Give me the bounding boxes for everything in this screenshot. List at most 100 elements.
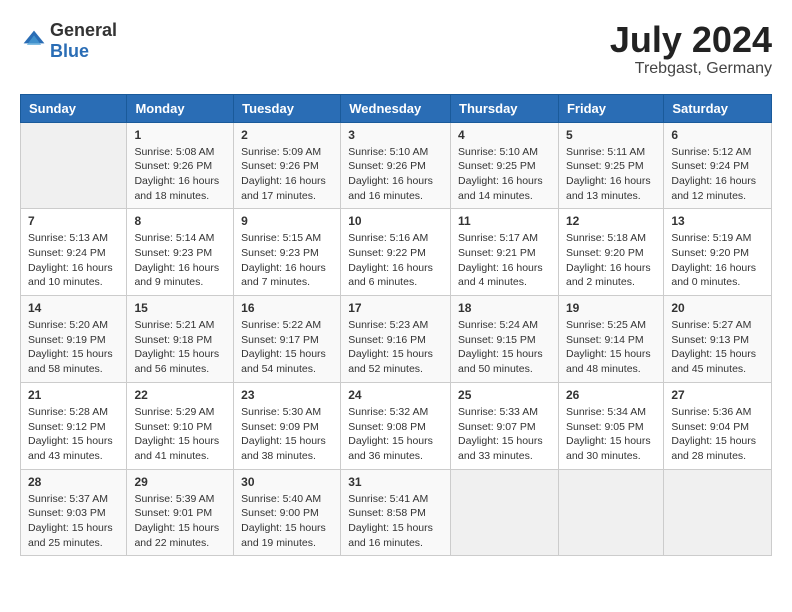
calendar-header-row: SundayMondayTuesdayWednesdayThursdayFrid… [21,94,772,122]
day-number: 3 [348,128,443,142]
week-row-3: 14Sunrise: 5:20 AMSunset: 9:19 PMDayligh… [21,296,772,383]
calendar-cell: 15Sunrise: 5:21 AMSunset: 9:18 PMDayligh… [127,296,234,383]
calendar-cell [21,122,127,209]
calendar-cell: 30Sunrise: 5:40 AMSunset: 9:00 PMDayligh… [234,469,341,556]
title-block: July 2024 Trebgast, Germany [610,20,772,78]
day-info: Sunrise: 5:23 AMSunset: 9:16 PMDaylight:… [348,318,443,377]
logo: General Blue [20,20,117,62]
calendar-cell: 25 Sunrise: 5:33 AMSunset: 9:07 PMDayligh… [451,382,559,469]
day-info: Sunrise: 5:29 AMSunset: 9:10 PMDaylight:… [134,405,226,464]
day-info: Sunrise: 5:15 AMSunset: 9:23 PMDaylight:… [241,231,333,290]
calendar-cell: 1 Sunrise: 5:08 AMSunset: 9:26 PMDaylight… [127,122,234,209]
calendar-cell [558,469,663,556]
day-info: Sunrise: 5:17 AMSunset: 9:21 PMDaylight:… [458,231,551,290]
day-number: 22 [134,388,226,402]
calendar-cell: 3 Sunrise: 5:10 AMSunset: 9:26 PMDaylight… [341,122,451,209]
calendar-cell: 9 Sunrise: 5:15 AMSunset: 9:23 PMDaylight… [234,209,341,296]
day-number: 21 [28,388,119,402]
calendar-cell: 29 Sunrise: 5:39 AMSunset: 9:01 PMDayligh… [127,469,234,556]
day-number: 10 [348,214,443,228]
day-info: Sunrise: 5:25 AMSunset: 9:14 PMDaylight:… [566,318,656,377]
header-saturday: Saturday [664,94,772,122]
day-info: Sunrise: 5:16 AMSunset: 9:22 PMDaylight:… [348,231,443,290]
calendar-cell: 13Sunrise: 5:19 AMSunset: 9:20 PMDayligh… [664,209,772,296]
day-number: 19 [566,301,656,315]
day-number: 17 [348,301,443,315]
calendar-cell [451,469,559,556]
calendar-cell: 14Sunrise: 5:20 AMSunset: 9:19 PMDayligh… [21,296,127,383]
day-number: 13 [671,214,764,228]
calendar-cell: 10 Sunrise: 5:16 AMSunset: 9:22 PMDayligh… [341,209,451,296]
logo-general-text: General [50,20,117,40]
header-sunday: Sunday [21,94,127,122]
day-number: 25 [458,388,551,402]
day-info: Sunrise: 5:22 AMSunset: 9:17 PMDaylight:… [241,318,333,377]
calendar-cell: 8Sunrise: 5:14 AMSunset: 9:23 PMDaylight… [127,209,234,296]
day-number: 26 [566,388,656,402]
day-number: 29 [134,475,226,489]
calendar-cell: 4 Sunrise: 5:10 AMSunset: 9:25 PMDaylight… [451,122,559,209]
day-number: 5 [566,128,656,142]
day-number: 18 [458,301,551,315]
day-info: Sunrise: 5:24 AMSunset: 9:15 PMDaylight:… [458,318,551,377]
page-header: General Blue July 2024 Trebgast, Germany [20,20,772,78]
day-info: Sunrise: 5:34 AMSunset: 9:05 PMDaylight:… [566,405,656,464]
day-number: 14 [28,301,119,315]
week-row-1: 1 Sunrise: 5:08 AMSunset: 9:26 PMDaylight… [21,122,772,209]
day-info: Sunrise: 5:28 AMSunset: 9:12 PMDaylight:… [28,405,119,464]
day-info: Sunrise: 5:08 AMSunset: 9:26 PMDaylight:… [134,145,226,204]
day-number: 11 [458,214,551,228]
header-tuesday: Tuesday [234,94,341,122]
calendar-cell: 6 Sunrise: 5:12 AMSunset: 9:24 PMDaylight… [664,122,772,209]
calendar-cell: 23 Sunrise: 5:30 AMSunset: 9:09 PMDayligh… [234,382,341,469]
calendar-cell: 2Sunrise: 5:09 AMSunset: 9:26 PMDaylight… [234,122,341,209]
day-number: 1 [134,128,226,142]
day-number: 20 [671,301,764,315]
day-number: 31 [348,475,443,489]
day-number: 7 [28,214,119,228]
header-monday: Monday [127,94,234,122]
day-info: Sunrise: 5:12 AMSunset: 9:24 PMDaylight:… [671,145,764,204]
header-wednesday: Wednesday [341,94,451,122]
day-number: 9 [241,214,333,228]
day-info: Sunrise: 5:33 AMSunset: 9:07 PMDaylight:… [458,405,551,464]
week-row-4: 21 Sunrise: 5:28 AMSunset: 9:12 PMDayligh… [21,382,772,469]
day-info: Sunrise: 5:18 AMSunset: 9:20 PMDaylight:… [566,231,656,290]
calendar-table: SundayMondayTuesdayWednesdayThursdayFrid… [20,94,772,557]
day-number: 15 [134,301,226,315]
day-number: 27 [671,388,764,402]
calendar-cell: 19 Sunrise: 5:25 AMSunset: 9:14 PMDayligh… [558,296,663,383]
day-info: Sunrise: 5:10 AMSunset: 9:26 PMDaylight:… [348,145,443,204]
day-info: Sunrise: 5:30 AMSunset: 9:09 PMDaylight:… [241,405,333,464]
header-friday: Friday [558,94,663,122]
logo-blue-text: Blue [50,41,89,61]
day-info: Sunrise: 5:36 AMSunset: 9:04 PMDaylight:… [671,405,764,464]
day-info: Sunrise: 5:10 AMSunset: 9:25 PMDaylight:… [458,145,551,204]
day-number: 4 [458,128,551,142]
day-info: Sunrise: 5:14 AMSunset: 9:23 PMDaylight:… [134,231,226,290]
day-number: 23 [241,388,333,402]
calendar-cell: 27 Sunrise: 5:36 AMSunset: 9:04 PMDayligh… [664,382,772,469]
calendar-cell: 7 Sunrise: 5:13 AMSunset: 9:24 PMDaylight… [21,209,127,296]
day-info: Sunrise: 5:40 AMSunset: 9:00 PMDaylight:… [241,492,333,551]
calendar-cell: 11 Sunrise: 5:17 AMSunset: 9:21 PMDayligh… [451,209,559,296]
calendar-cell: 22 Sunrise: 5:29 AMSunset: 9:10 PMDayligh… [127,382,234,469]
calendar-cell: 12Sunrise: 5:18 AMSunset: 9:20 PMDayligh… [558,209,663,296]
calendar-cell: 21 Sunrise: 5:28 AMSunset: 9:12 PMDayligh… [21,382,127,469]
calendar-cell: 18 Sunrise: 5:24 AMSunset: 9:15 PMDayligh… [451,296,559,383]
month-year-title: July 2024 [610,20,772,60]
week-row-5: 28Sunrise: 5:37 AMSunset: 9:03 PMDayligh… [21,469,772,556]
calendar-cell: 20Sunrise: 5:27 AMSunset: 9:13 PMDayligh… [664,296,772,383]
day-number: 28 [28,475,119,489]
day-number: 6 [671,128,764,142]
calendar-cell: 31Sunrise: 5:41 AMSunset: 8:58 PMDayligh… [341,469,451,556]
calendar-cell: 5 Sunrise: 5:11 AMSunset: 9:25 PMDaylight… [558,122,663,209]
day-info: Sunrise: 5:09 AMSunset: 9:26 PMDaylight:… [241,145,333,204]
calendar-cell [664,469,772,556]
day-number: 24 [348,388,443,402]
day-info: Sunrise: 5:39 AMSunset: 9:01 PMDaylight:… [134,492,226,551]
calendar-cell: 17 Sunrise: 5:23 AMSunset: 9:16 PMDayligh… [341,296,451,383]
day-info: Sunrise: 5:11 AMSunset: 9:25 PMDaylight:… [566,145,656,204]
calendar-cell: 26 Sunrise: 5:34 AMSunset: 9:05 PMDayligh… [558,382,663,469]
day-info: Sunrise: 5:13 AMSunset: 9:24 PMDaylight:… [28,231,119,290]
